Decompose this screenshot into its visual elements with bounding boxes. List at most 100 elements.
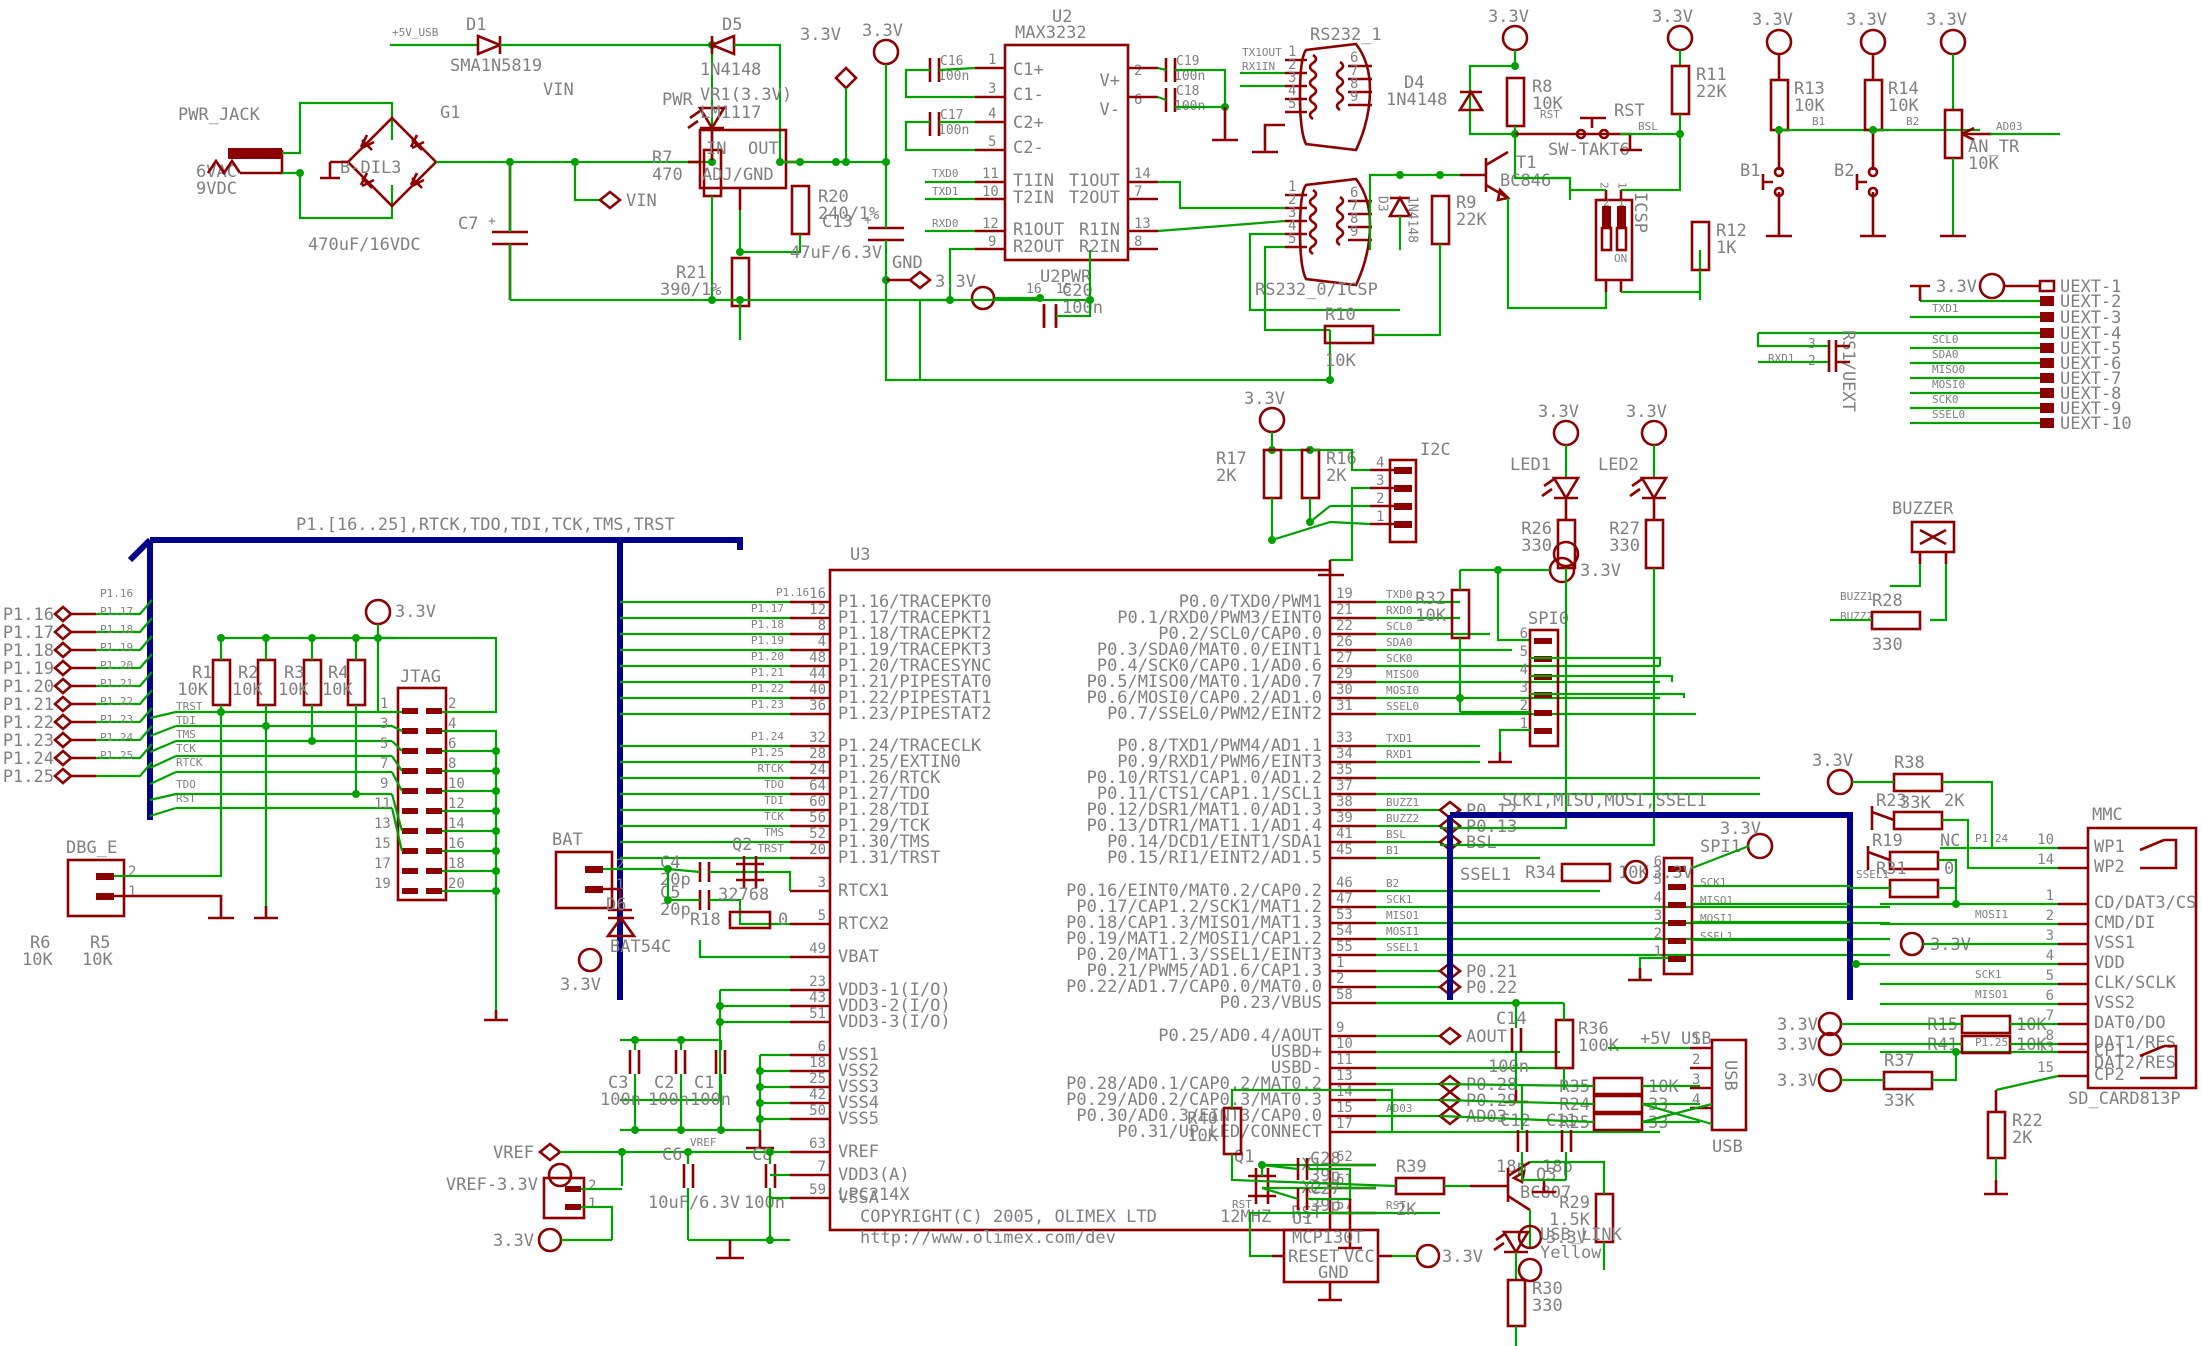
trim-val: 10K [1968,154,1999,174]
pwr-jack-note2: 9VDC [196,179,237,199]
u2-pin-c2p: C2+ [1013,113,1044,133]
mcu-l-27: VREF [838,1142,879,1162]
spi1-pin-2: 2 [1654,926,1662,942]
res-r39: R39 2K [1394,1157,1446,1220]
jtag-ports [53,605,73,785]
net-rx1in: RX1IN [1242,60,1275,73]
c6-c8-gnd-sym [716,1240,744,1260]
power-flag-bsl-33v: 3.3V [1652,7,1694,52]
transistor-q3: Q3 BC807 [1470,1160,1571,1212]
jtag-port-p120: P1.20 [3,677,54,697]
r39-val: 2K [1396,1200,1417,1220]
c7-ref: C7 [458,214,478,234]
net-b2: B2 [1906,115,1919,128]
r6-val: 10K [22,950,53,970]
spi1-pin-4: 4 [1654,890,1662,906]
wire-r17-out [1270,498,1331,542]
wire-rs1-3 [1756,333,1828,348]
res-r17: R17 2K [1216,448,1283,500]
u2pwr-33v: 3.3V [935,272,996,311]
res-r1: R1 10K [177,658,232,707]
mmc-label: MMC [2092,805,2123,825]
jtag-sig-rtck: RTCK [176,756,203,769]
u2-pin-c2m: C2- [1013,138,1044,158]
buzzer-x [1919,528,1947,546]
res-r3: R3 10K [278,658,323,707]
res-r2: R2 10K [232,658,277,707]
mcu-ln-10: 24 [809,762,826,778]
spi0-v33-label: 3.3V [1580,561,1621,581]
mcu-left-names: P1.16/TRACEPKT0 P1.17/TRACEPKT1 P1.18/TR… [838,592,992,1208]
jtag-pin-15: 15 [374,836,391,852]
port-vin-label: VIN [626,191,657,211]
rs232-1-shield-gnd [1252,123,1285,154]
mmc-net-sck1: SCK1 [1975,968,2002,981]
spi0-pin-3: 3 [1520,680,1528,696]
mcu-rn-29: 15 [1336,1100,1353,1116]
mcu-ln-18: 49 [809,941,826,957]
jtag-net-p116: P1.16 [100,587,133,600]
pwr-jack-symbol [228,148,282,159]
rst-sw-actuator [1580,116,1606,128]
usb-pin4: 4 [1692,1092,1700,1108]
mcu-ln-2: 8 [818,618,826,634]
uext-pin3-lead [2040,312,2054,322]
vr1-val: LM1117 [700,103,761,123]
r10-ref: R10 [1325,305,1356,325]
mcu-right-numbers: 19 21 22 26 27 29 30 31 33 34 35 37 38 3… [1336,586,1353,1213]
buzzer-leads [1918,552,1948,564]
jtag-net-p124: P1.24 [100,731,133,744]
c16-ref: C16 [940,54,963,69]
rst-sw-label: RST [1614,101,1645,121]
mcu-rn-30: 17 [1336,1116,1353,1132]
power-flag-33v-a: 3.3V [800,25,858,162]
mcu-ln-5: 44 [809,666,826,682]
mcu-ln-25: 42 [809,1087,826,1103]
u2-pin-t2in: T2IN [1013,188,1054,208]
res-r11: R11 22K [1670,64,1727,116]
mcu-ln-12: 60 [809,794,826,810]
res-r30: R30 330 [1506,1278,1563,1328]
uext-pin9-lead [2040,403,2054,413]
mcu-rnet-0: TXD0 [1386,588,1413,601]
mcu-rn-8: 33 [1336,730,1353,746]
mcu-ln-9: 28 [809,746,826,762]
r23-ref: R23 [1876,791,1907,811]
net-txd0: TXD0 [932,167,959,180]
bat-pin1 [585,886,603,893]
uext-pin10-lead [2040,418,2054,428]
power-flag-rst-33v: 3.3V [1488,7,1529,52]
jtag-port-p125: P1.25 [3,767,54,787]
wire-vdd3 [720,988,790,1024]
u2-pin-r2in: R2IN [1079,237,1120,257]
r41-v33-sym [1817,1031,1843,1057]
port-vref: VREF [493,1142,563,1163]
jtag-pin-18: 18 [448,856,465,872]
rs1-uext-label: RS1/UEXT [1838,330,1858,412]
mmc-wp-switch [2139,838,2178,870]
mcu-ln-7: 36 [809,698,826,714]
mmc-pn-1: 14 [2037,852,2054,868]
i2c-header-label: I2C [1420,440,1451,460]
r28-ref: R28 [1872,591,1903,611]
net-scl0-uext: SCL0 [1932,333,1959,346]
mcu-ln-8: 32 [809,730,826,746]
jtag-bus [150,537,743,550]
button-b1-group: 3.3V R13 10K [1752,10,1825,170]
net-b1: B1 [1812,115,1825,128]
r7-val: 470 [652,165,683,185]
r28-val: 330 [1872,635,1903,655]
supervisor-u1: U1 MCP130T RESET VCC GND [1272,1209,1392,1302]
mmc-n-4: VSS1 [2094,933,2135,953]
res-r22: R22 2K [1986,1110,2043,1160]
mcu-rnet-5: MISO0 [1386,668,1419,681]
rs232-0-pin5: 5 [1288,231,1296,247]
mcu-l-15: P1.31/TRST [838,848,940,868]
jtag-pin-14: 14 [448,816,465,832]
u1-v33-label: 3.3V [1442,1247,1483,1267]
u2-pinnum-8: 8 [1134,234,1142,250]
mmc-net-mosi1: MOSI1 [1975,908,2008,921]
mcu-lnet-7: P1.23 [751,698,784,711]
mcu-r-30: P0.31/UP_LED/CONNECT [1117,1122,1322,1142]
mcu-lnet-2: P1.18 [751,618,784,631]
